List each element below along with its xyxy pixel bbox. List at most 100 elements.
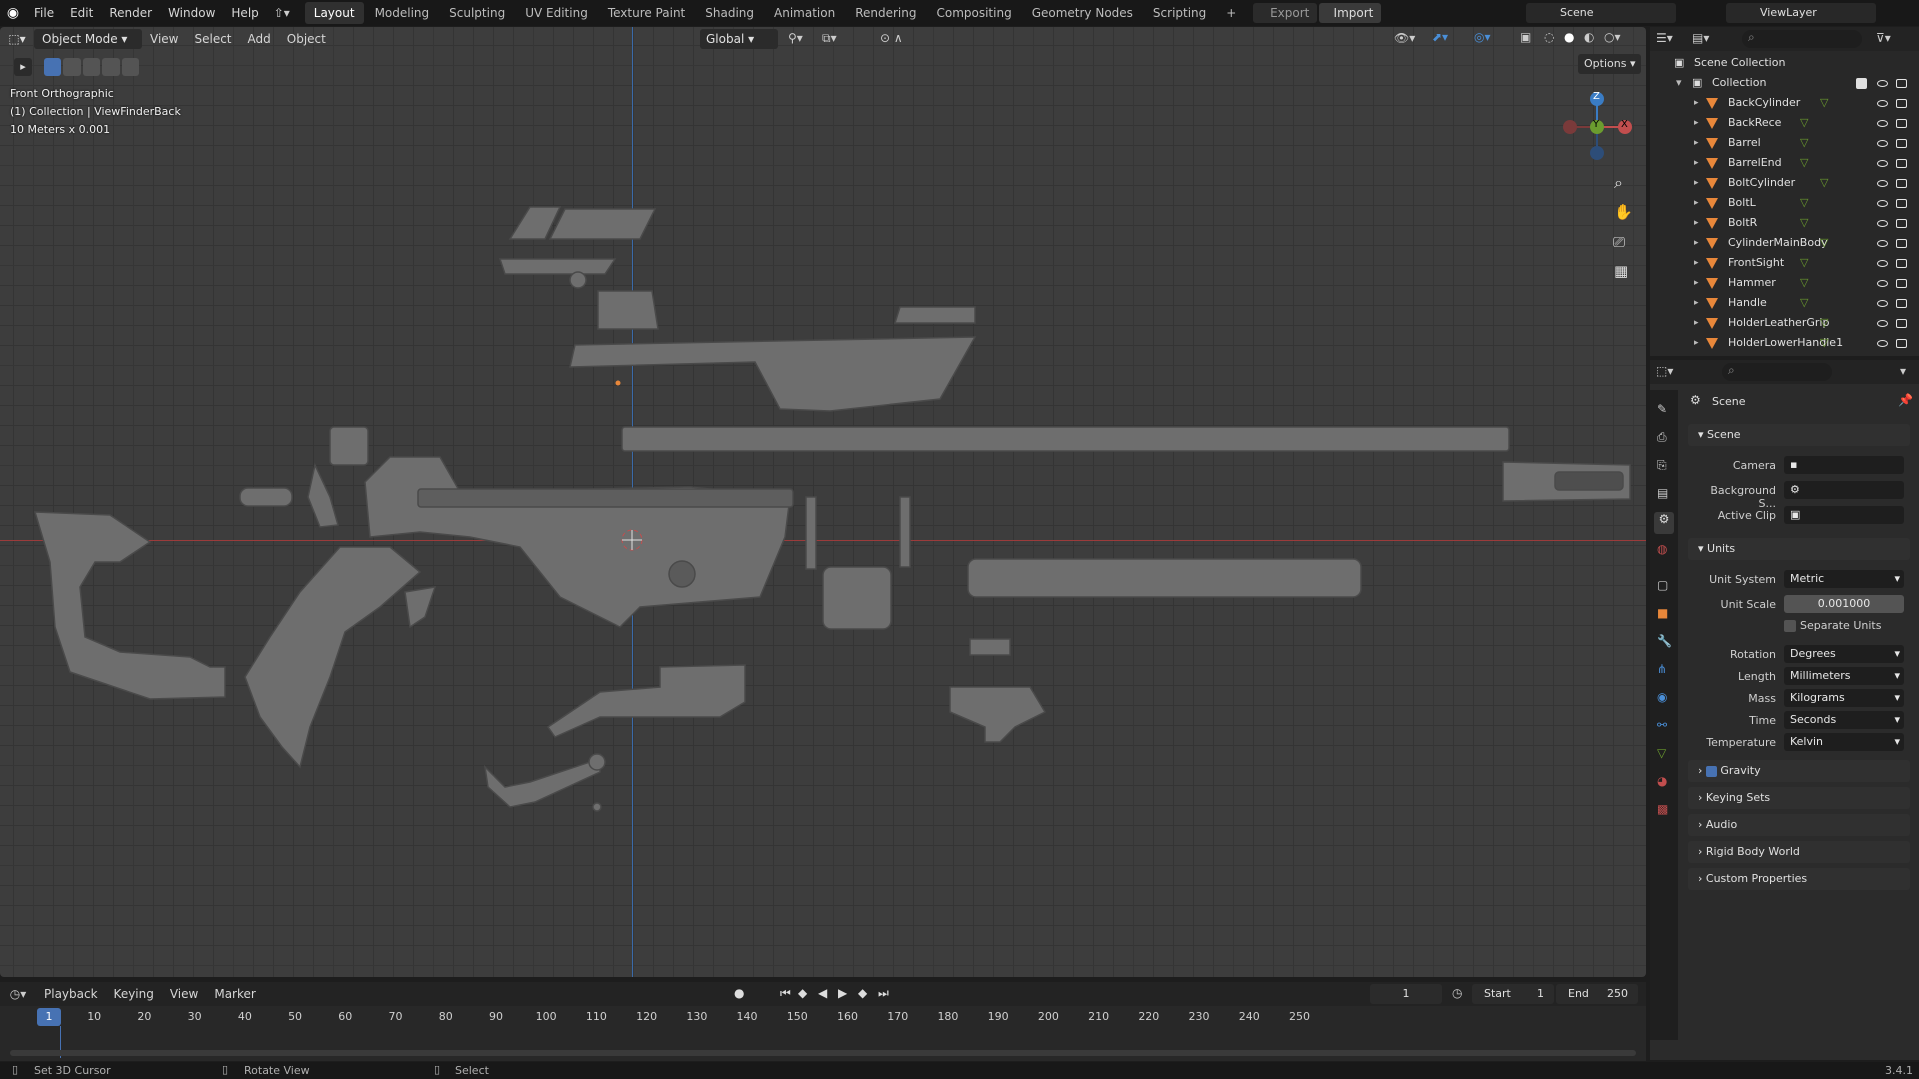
outliner-type-icon[interactable]: ☰▾ <box>1656 31 1673 45</box>
tab-compositing[interactable]: Compositing <box>927 2 1020 24</box>
mesh-data-icon[interactable]: ▽ <box>1800 113 1808 133</box>
eye-icon[interactable] <box>1877 340 1888 347</box>
camera-icon[interactable] <box>1896 239 1907 248</box>
current-frame-field[interactable]: 1 <box>1370 984 1442 1004</box>
snap-icon[interactable]: ⧉▾ <box>822 31 837 46</box>
xray-icon[interactable]: ▣ <box>1520 30 1531 44</box>
expand-arrow-icon[interactable]: ▸ <box>1694 93 1699 113</box>
blender-logo-icon[interactable]: ◉ <box>0 5 26 21</box>
pan-hand-icon[interactable]: ✋ <box>1614 203 1633 221</box>
scene-tab-icon[interactable]: ⚙ <box>1654 512 1674 534</box>
rotation-select[interactable]: Degrees ▾ <box>1784 645 1904 663</box>
pivot-icon[interactable]: ⚲▾ <box>788 31 803 45</box>
jump-keyframe-forward-icon[interactable]: ◆ <box>858 986 867 1000</box>
outliner-item[interactable]: ▸ BarrelEnd ▽ <box>1650 153 1919 173</box>
length-select[interactable]: Millimeters ▾ <box>1784 667 1904 685</box>
play-reverse-icon[interactable]: ◀ <box>818 986 827 1000</box>
eye-icon[interactable] <box>1877 260 1888 267</box>
tab-animation[interactable]: Animation <box>765 2 844 24</box>
menu-file[interactable]: File <box>26 0 62 26</box>
outliner-scene-collection[interactable]: ▣ Scene Collection <box>1650 53 1919 73</box>
mass-select[interactable]: Kilograms ▾ <box>1784 689 1904 707</box>
shading-material-icon[interactable]: ◐ <box>1584 30 1594 44</box>
jump-keyframe-back-icon[interactable]: ◆ <box>798 986 807 1000</box>
custom-properties-section-header[interactable]: › Custom Properties <box>1688 868 1910 890</box>
temperature-select[interactable]: Kelvin ▾ <box>1784 733 1904 751</box>
viewlayer-selector[interactable]: ViewLayer <box>1726 3 1876 23</box>
menu-timeline-view[interactable]: View <box>162 987 206 1001</box>
material-tab-icon[interactable]: ◕ <box>1657 774 1667 788</box>
zoom-icon[interactable]: ⌕ <box>1614 173 1623 193</box>
options-chevron-icon[interactable]: ▾ <box>1900 364 1906 378</box>
outliner-item[interactable]: ▸ FrontSight ▽ <box>1650 253 1919 273</box>
shading-wireframe-icon[interactable]: ◌ <box>1544 30 1554 44</box>
outliner-item[interactable]: ▸ Barrel ▽ <box>1650 133 1919 153</box>
viewlayer-tab-icon[interactable]: ▤ <box>1657 486 1668 500</box>
mesh-data-icon[interactable]: ▽ <box>1800 193 1808 213</box>
playhead[interactable]: 1 <box>37 1008 61 1026</box>
record-icon[interactable]: ● <box>734 986 744 1000</box>
mesh-data-icon[interactable]: ▽ <box>1820 233 1828 253</box>
eye-icon[interactable] <box>1877 140 1888 147</box>
shading-rendered-icon[interactable]: ○▾ <box>1604 30 1621 44</box>
tab-sculpting[interactable]: Sculpting <box>440 2 514 24</box>
mesh-data-icon[interactable]: ▽ <box>1820 313 1828 333</box>
units-section-header[interactable]: ▾ Units <box>1688 538 1910 560</box>
scene-section-header[interactable]: ▾ Scene <box>1688 424 1910 446</box>
eye-icon[interactable] <box>1877 80 1888 87</box>
display-mode-icon[interactable]: ▤▾ <box>1692 31 1709 45</box>
eye-icon[interactable] <box>1877 180 1888 187</box>
camera-icon[interactable] <box>1896 139 1907 148</box>
jump-end-icon[interactable]: ⏭ <box>878 986 889 1001</box>
active-clip-field[interactable]: ▣ <box>1784 506 1904 524</box>
exclude-checkbox[interactable] <box>1856 78 1867 89</box>
outliner-item[interactable]: ▸ BackRece ▽ <box>1650 113 1919 133</box>
constraints-tab-icon[interactable]: ⚯ <box>1657 718 1667 732</box>
gravity-section-header[interactable]: › Gravity <box>1688 760 1910 782</box>
camera-icon[interactable] <box>1896 79 1907 88</box>
menu-keying[interactable]: Keying <box>106 987 162 1001</box>
eye-icon[interactable] <box>1877 320 1888 327</box>
outliner-item[interactable]: ▸ Hammer ▽ <box>1650 273 1919 293</box>
eye-icon[interactable] <box>1877 240 1888 247</box>
camera-icon[interactable] <box>1896 259 1907 268</box>
expand-arrow-icon[interactable]: ▸ <box>1694 293 1699 313</box>
gizmo-toggle-icon[interactable]: ⬈▾ <box>1432 30 1448 44</box>
export-button[interactable]: Export <box>1253 3 1318 23</box>
import-button[interactable]: Import <box>1319 3 1382 23</box>
world-tab-icon[interactable]: ◍ <box>1657 542 1667 556</box>
3d-viewport[interactable]: Front Orthographic (1) Collection | View… <box>0 27 1646 977</box>
mesh-data-icon[interactable]: ▽ <box>1820 93 1828 113</box>
overlay-toggle-icon[interactable]: ◎▾ <box>1474 30 1491 44</box>
audio-section-header[interactable]: › Audio <box>1688 814 1910 836</box>
separate-units-checkbox[interactable] <box>1784 620 1796 632</box>
expand-arrow-icon[interactable]: ▸ <box>1694 193 1699 213</box>
menu-select[interactable]: Select <box>186 32 239 46</box>
menu-marker[interactable]: Marker <box>206 987 263 1001</box>
tab-scripting[interactable]: Scripting <box>1144 2 1215 24</box>
outliner-item[interactable]: ▸ BackCylinder ▽ <box>1650 93 1919 113</box>
render-tab-icon[interactable]: ⎙ <box>1657 430 1667 445</box>
tab-layout[interactable]: Layout <box>304 2 364 24</box>
camera-field[interactable]: ▪ <box>1784 456 1904 474</box>
particles-tab-icon[interactable]: ⋔ <box>1657 662 1667 676</box>
camera-icon[interactable] <box>1896 339 1907 348</box>
tab-uv-editing[interactable]: UV Editing <box>516 2 597 24</box>
outliner-item[interactable]: ▸ BoltL ▽ <box>1650 193 1919 213</box>
camera-icon[interactable] <box>1896 119 1907 128</box>
select-subtract-icon[interactable] <box>82 58 101 76</box>
tab-shading[interactable]: Shading <box>696 2 763 24</box>
object-tab-icon[interactable]: ■ <box>1657 606 1668 620</box>
tab-rendering[interactable]: Rendering <box>846 2 925 24</box>
texture-tab-icon[interactable]: ▩ <box>1657 802 1668 816</box>
expand-arrow-icon[interactable]: ▸ <box>1694 173 1699 193</box>
navigation-gizmo[interactable]: Z Y X <box>1550 87 1640 177</box>
camera-icon[interactable] <box>1896 299 1907 308</box>
tool-tab-icon[interactable]: ✎ <box>1657 402 1667 416</box>
mesh-data-icon[interactable]: ▽ <box>1820 173 1828 193</box>
pin-icon[interactable]: 📌 <box>1898 393 1913 407</box>
shading-solid-icon[interactable]: ● <box>1564 30 1574 44</box>
camera-icon[interactable] <box>1896 99 1907 108</box>
camera-icon[interactable] <box>1896 279 1907 288</box>
menu-add[interactable]: Add <box>240 32 279 46</box>
